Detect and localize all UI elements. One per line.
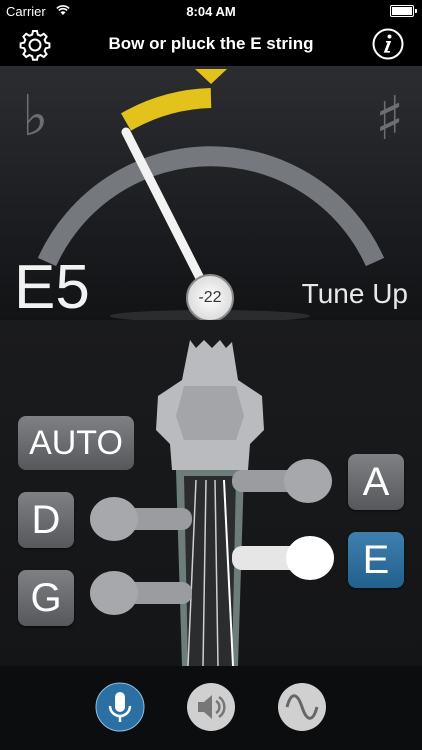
deviation-arc — [121, 88, 212, 131]
string-g-button[interactable]: G — [18, 570, 74, 626]
cents-readout: -22 — [186, 274, 234, 322]
string-d-button[interactable]: D — [18, 492, 74, 548]
tuning-meter: ♭ ♯ E5 -22 Tune Up — [0, 66, 422, 322]
speaker-icon[interactable] — [186, 682, 236, 732]
battery-icon — [390, 5, 417, 17]
header-title: Bow or pluck the E string — [108, 34, 314, 53]
sharp-symbol: ♯ — [374, 84, 404, 154]
info-icon[interactable] — [372, 28, 404, 60]
detected-note: E5 — [14, 253, 90, 322]
tuning-hint: Tune Up — [301, 278, 408, 309]
header: Bow or pluck the E string — [0, 22, 422, 66]
peg-g — [90, 571, 192, 615]
dial-arc — [37, 146, 385, 267]
string-e-button[interactable]: E — [348, 532, 404, 588]
string-a-button[interactable]: A — [348, 454, 404, 510]
instrument-panel: AUTO D G A E — [0, 320, 422, 666]
microphone-icon[interactable] — [95, 682, 145, 732]
center-marker — [195, 69, 227, 84]
peg-e — [232, 536, 334, 580]
flat-symbol: ♭ — [22, 84, 49, 149]
peg-d — [90, 497, 192, 541]
bottom-toolbar — [0, 666, 422, 750]
auto-mode-button[interactable]: AUTO — [18, 416, 134, 470]
status-time: 8:04 AM — [186, 4, 236, 19]
sine-wave-icon[interactable] — [277, 682, 327, 732]
status-bar: Carrier 8:04 AM — [0, 0, 422, 22]
